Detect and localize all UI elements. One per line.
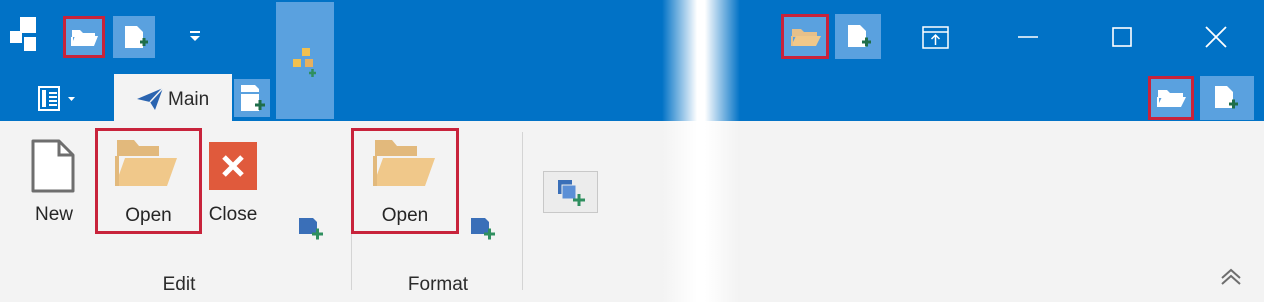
folder-open-icon [71,30,98,46]
add-item-icon[interactable] [469,214,497,242]
screenshot-split [662,0,740,302]
maximize-icon[interactable] [1110,25,1134,49]
app-logo-icon[interactable] [10,17,46,53]
close-button-label: Close [208,204,258,225]
format-open-button[interactable]: Open [351,128,459,234]
tab-main-label: Main [168,89,210,110]
format-open-button-label: Open [381,205,429,226]
restore-layout-icon[interactable] [922,24,950,50]
application-menu-icon[interactable] [38,86,78,112]
header-open-button[interactable] [1148,76,1194,120]
new-button-label: New [34,204,73,225]
close-icon [222,155,244,177]
add-group-button[interactable] [543,171,598,213]
add-item-icon [125,26,148,48]
quick-open-button-right[interactable] [781,14,829,59]
close-icon[interactable] [1203,24,1229,50]
contextual-tab-group[interactable] [276,2,334,119]
format-group-label: Format [407,274,469,295]
open-button[interactable]: Open [95,128,202,234]
collapse-ribbon-icon[interactable] [1218,266,1244,288]
add-item-icon [1215,86,1238,109]
folder-open-icon [791,29,821,46]
group-separator [522,132,523,290]
add-item-icon [848,25,871,47]
add-item-icon [241,85,265,111]
add-item-icon[interactable] [297,214,325,242]
folder-open-icon [373,140,435,186]
customize-toolbar-icon[interactable] [187,30,203,44]
quick-add-button-right[interactable] [835,14,881,59]
folder-open-icon [115,140,177,186]
edit-group-label: Edit [162,274,196,295]
paper-plane-icon [137,87,164,110]
hierarchy-icon [293,48,316,77]
close-button[interactable]: Close [205,140,261,234]
close-tile [209,142,257,190]
quick-add-button[interactable] [113,16,155,58]
minimize-icon[interactable] [1016,28,1040,46]
add-tab-button[interactable] [234,79,270,117]
add-group-icon [558,180,585,206]
new-document-icon [31,139,75,193]
header-add-button[interactable] [1200,76,1254,120]
folder-open-icon [1157,90,1186,107]
open-button-label: Open [125,205,172,226]
quick-open-button[interactable] [63,16,105,58]
new-button[interactable]: New [24,136,84,236]
